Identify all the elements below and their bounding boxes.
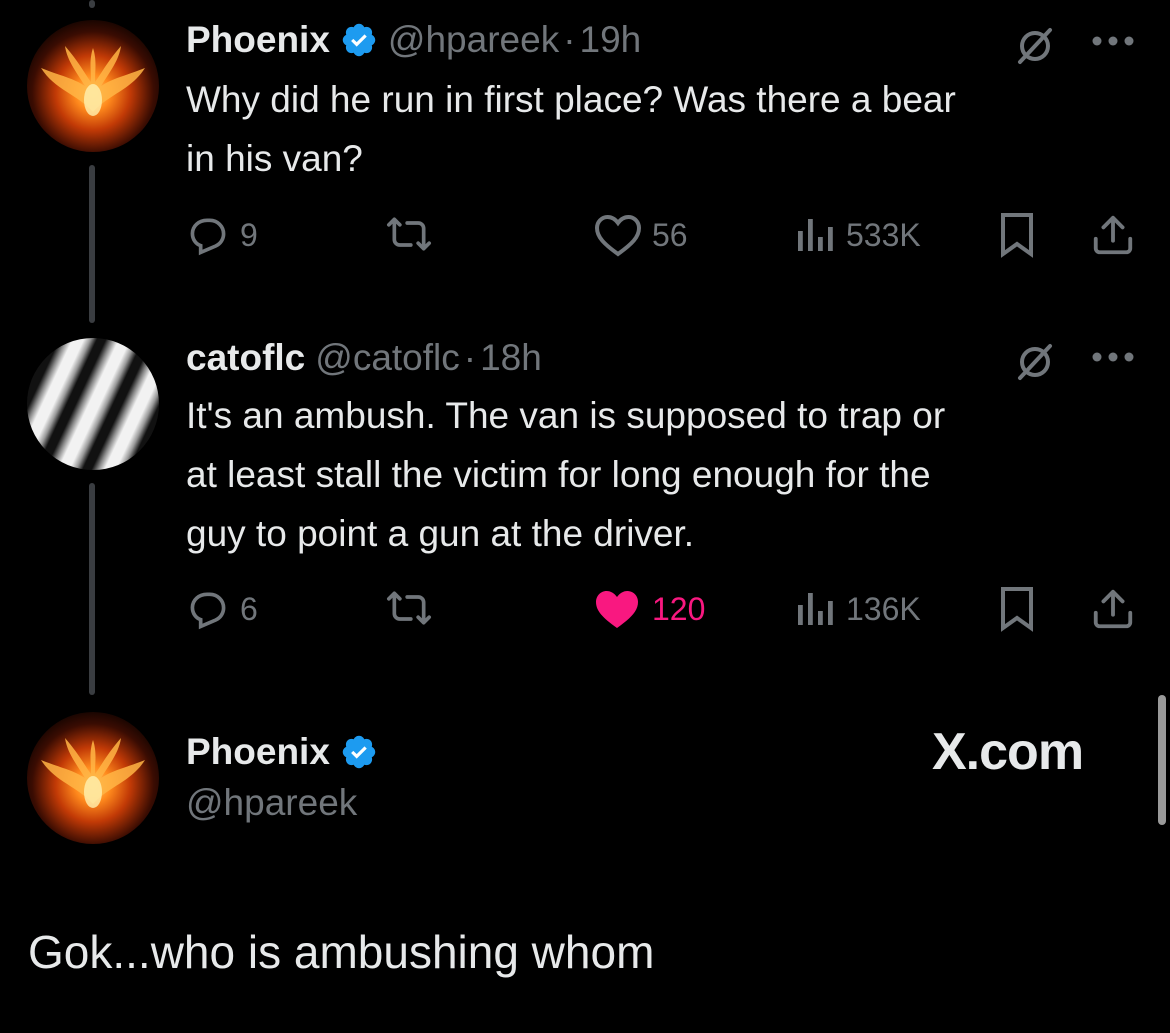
like-icon	[596, 591, 638, 628]
verified-badge-icon	[342, 735, 376, 769]
handle[interactable]: @hpareek	[186, 782, 357, 824]
retweet-icon[interactable]	[385, 212, 433, 256]
like-action[interactable]: 56	[594, 212, 688, 258]
like-icon	[594, 214, 642, 257]
views-count: 533K	[846, 216, 921, 253]
tweet-header: catoflc @catoflc · 18h	[186, 335, 542, 381]
tweet-text-line: at least stall the victim for long enoug…	[186, 454, 931, 495]
views-count: 136K	[846, 590, 921, 627]
tweet-text: Why did he run in first place? Was there…	[186, 70, 956, 188]
like-count: 120	[652, 590, 706, 627]
avatar[interactable]	[27, 712, 159, 844]
handle[interactable]: @catoflc	[315, 337, 460, 379]
display-name[interactable]: catoflc	[186, 337, 305, 379]
timestamp[interactable]: 18h	[480, 337, 542, 379]
grok-icon[interactable]	[1014, 340, 1056, 382]
separator-dot: ·	[563, 19, 576, 60]
more-icon[interactable]	[1090, 34, 1136, 48]
retweet-icon[interactable]	[385, 586, 433, 630]
timestamp[interactable]: 19h	[580, 19, 642, 61]
share-icon[interactable]	[1090, 212, 1136, 258]
tweet-text-line: in his van?	[186, 138, 363, 179]
more-icon[interactable]	[1090, 350, 1136, 364]
tweet-text-line: guy to point a gun at the driver.	[186, 513, 695, 554]
reply-count: 9	[240, 216, 258, 253]
composer-header: Phoenix	[186, 728, 378, 776]
scrollbar[interactable]	[1158, 695, 1166, 825]
views-action[interactable]: 136K	[796, 586, 921, 632]
reply-action[interactable]: 9	[186, 212, 258, 258]
reply-text: Gok...who is ambushing whom	[28, 926, 655, 978]
views-icon	[798, 219, 833, 251]
tweet-text-line: It's an ambush. The van is supposed to t…	[186, 395, 946, 436]
x-brand-logo: X.com	[932, 723, 1084, 781]
tweet-text-line: Why did he run in first place? Was there…	[186, 79, 956, 120]
verified-badge-icon	[342, 23, 376, 57]
separator-dot: ·	[463, 337, 477, 378]
like-action[interactable]: 120	[592, 586, 705, 632]
display-name[interactable]: Phoenix	[186, 19, 330, 61]
reply-icon	[190, 218, 226, 256]
reply-icon	[190, 592, 226, 630]
thread-line-1	[89, 165, 95, 323]
reply-action[interactable]: 6	[186, 586, 258, 632]
tweet-text: It's an ambush. The van is supposed to t…	[186, 386, 945, 563]
like-count: 56	[652, 216, 688, 253]
reply-count: 6	[240, 590, 258, 627]
thread-line-top	[89, 0, 95, 8]
bookmark-icon[interactable]	[999, 586, 1035, 632]
views-icon	[798, 593, 833, 625]
share-icon[interactable]	[1090, 586, 1136, 632]
views-action[interactable]: 533K	[796, 212, 921, 258]
handle[interactable]: @hpareek	[388, 19, 559, 61]
avatar[interactable]	[27, 20, 159, 152]
grok-icon[interactable]	[1014, 24, 1056, 66]
display-name[interactable]: Phoenix	[186, 731, 330, 773]
tweet-header: Phoenix @hpareek · 19h	[186, 17, 641, 63]
bookmark-icon[interactable]	[999, 212, 1035, 258]
avatar[interactable]	[27, 338, 159, 470]
thread-line-2	[89, 483, 95, 695]
